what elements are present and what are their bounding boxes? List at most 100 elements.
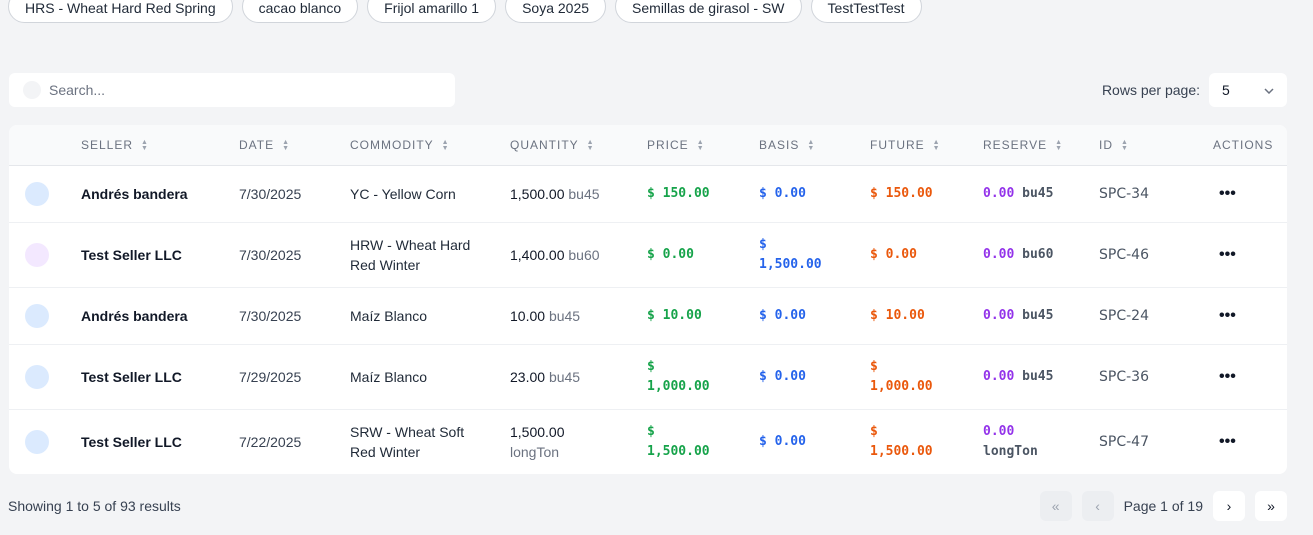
column-header-future[interactable]: FUTURE ▲ ▼ [870, 138, 941, 152]
double-chevron-right-icon: » [1267, 498, 1275, 514]
column-header-basis[interactable]: BASIS ▲ ▼ [759, 138, 815, 152]
avatar-cell [25, 288, 49, 344]
quantity-cell: 23.00 bu45 [510, 369, 581, 385]
filter-chip[interactable]: cacao blanco [241, 0, 359, 23]
reserve-cell: 0.00 bu45 [983, 186, 1054, 201]
filter-chip[interactable]: Semillas de girasol - SW [615, 0, 802, 23]
pagination: « ‹ Page 1 of 19 › » [1039, 491, 1287, 521]
price-cell: $ 0.00 [647, 247, 694, 262]
more-actions-icon[interactable]: ••• [1219, 166, 1236, 222]
column-header-reserve[interactable]: RESERVE ▲ ▼ [983, 138, 1063, 152]
results-summary: Showing 1 to 5 of 93 results [8, 498, 181, 514]
seller-cell: Andrés bandera [81, 308, 188, 324]
search-icon [23, 81, 41, 99]
future-cell: $ 0.00 [870, 247, 917, 262]
search-box [9, 73, 455, 107]
basis-cell: $ 0.00 [759, 186, 806, 201]
chevron-down-icon [1264, 83, 1274, 97]
commodity-cell: YC - Yellow Corn [350, 186, 456, 202]
quantity-cell: 1,400.00 bu60 [510, 247, 600, 263]
commodity-cell: SRW - Wheat Soft Red Winter [350, 424, 465, 460]
future-cell: $1,500.00 [870, 424, 933, 459]
table-header: SELLER ▲ ▼ DATE ▲ ▼ COMMODITY ▲ ▼ QUANTITY ▲ ▼ P… [9, 125, 1287, 166]
column-header-seller[interactable]: SELLER ▲ ▼ [81, 138, 149, 152]
sort-icon: ▲ ▼ [1121, 139, 1129, 152]
chevron-left-icon: ‹ [1095, 498, 1100, 514]
price-cell: $1,000.00 [647, 359, 710, 394]
quantity-cell: 10.00 bu45 [510, 308, 581, 324]
seller-cell: Test Seller LLC [81, 434, 182, 450]
sort-icon: ▲ ▼ [441, 139, 450, 152]
rows-per-page-value: 5 [1222, 82, 1230, 98]
sort-icon: ▲ ▼ [696, 139, 705, 152]
seller-cell: Andrés bandera [81, 186, 188, 202]
filter-chip[interactable]: HRS - Wheat Hard Red Spring [8, 0, 233, 23]
commodity-cell: Maíz Blanco [350, 369, 428, 385]
first-page-button[interactable]: « [1039, 491, 1072, 521]
rows-per-page-label: Rows per page: [1101, 82, 1200, 98]
date-cell: 7/30/2025 [239, 247, 302, 263]
double-chevron-left-icon: « [1051, 498, 1060, 514]
filter-chip[interactable]: Frijol amarillo 1 [367, 0, 497, 23]
column-header-id[interactable]: ID ▲ ▼ [1099, 138, 1129, 152]
rows-per-page-select[interactable]: 5 [1209, 73, 1287, 107]
sort-icon: ▲ ▼ [586, 139, 595, 152]
column-header-price[interactable]: PRICE ▲ ▼ [647, 138, 705, 152]
commodity-cell: HRW - Wheat Hard Red Winter [350, 237, 471, 273]
table-row[interactable]: Andrés bandera 7/30/2025 Maíz Blanco 10.… [9, 288, 1287, 345]
sort-icon: ▲ ▼ [141, 139, 149, 152]
reserve-cell: 0.00 bu45 [983, 369, 1054, 384]
reserve-cell: 0.00 bu60 [983, 247, 1054, 262]
id-cell: SPC-36 [1099, 369, 1149, 385]
filter-chip[interactable]: Soya 2025 [505, 0, 607, 23]
avatar [25, 430, 49, 454]
next-page-button[interactable]: › [1213, 491, 1245, 521]
reserve-cell: 0.00 bu45 [983, 308, 1054, 323]
avatar [25, 304, 49, 328]
avatar-cell [25, 166, 49, 222]
sort-icon: ▲ ▼ [807, 139, 816, 152]
column-header-commodity[interactable]: COMMODITY ▲ ▼ [350, 138, 450, 152]
sort-icon: ▲ ▼ [1055, 139, 1064, 152]
price-cell: $1,500.00 [647, 424, 710, 459]
future-cell: $ 10.00 [870, 308, 925, 323]
future-cell: $ 150.00 [870, 186, 933, 201]
price-cell: $ 150.00 [647, 186, 710, 201]
avatar-cell [25, 345, 49, 409]
future-cell: $1,000.00 [870, 359, 933, 394]
column-header-actions: ACTIONS [1213, 138, 1274, 152]
avatar [25, 243, 49, 267]
date-cell: 7/22/2025 [239, 434, 302, 450]
filter-chip[interactable]: TestTestTest [810, 0, 922, 23]
more-actions-icon[interactable]: ••• [1219, 410, 1236, 474]
trades-table: SELLER ▲ ▼ DATE ▲ ▼ COMMODITY ▲ ▼ QUANTITY ▲ ▼ P… [9, 125, 1287, 474]
avatar-cell [25, 223, 49, 287]
id-cell: SPC-24 [1099, 308, 1149, 324]
column-header-quantity[interactable]: QUANTITY ▲ ▼ [510, 138, 595, 152]
date-cell: 7/30/2025 [239, 186, 302, 202]
more-actions-icon[interactable]: ••• [1219, 223, 1236, 287]
avatar-cell [25, 410, 49, 474]
search-input[interactable] [49, 82, 429, 98]
prev-page-button[interactable]: ‹ [1081, 491, 1114, 521]
last-page-button[interactable]: » [1255, 491, 1287, 521]
quantity-cell: 1,500.00 longTon [510, 424, 565, 460]
sort-icon: ▲ ▼ [932, 139, 941, 152]
quantity-cell: 1,500.00 bu45 [510, 186, 600, 202]
id-cell: SPC-46 [1099, 247, 1149, 263]
table-row[interactable]: Andrés bandera 7/30/2025 YC - Yellow Cor… [9, 166, 1287, 223]
table-row[interactable]: Test Seller LLC 7/30/2025 HRW - Wheat Ha… [9, 223, 1287, 288]
table-row[interactable]: Test Seller LLC 7/29/2025 Maíz Blanco 23… [9, 345, 1287, 410]
column-header-date[interactable]: DATE ▲ ▼ [239, 138, 290, 152]
basis-cell: $ 0.00 [759, 308, 806, 323]
basis-cell: $ 0.00 [759, 369, 806, 384]
table-row[interactable]: Test Seller LLC 7/22/2025 SRW - Wheat So… [9, 410, 1287, 474]
more-actions-icon[interactable]: ••• [1219, 345, 1236, 409]
id-cell: SPC-34 [1099, 186, 1149, 202]
more-actions-icon[interactable]: ••• [1219, 288, 1236, 344]
reserve-cell: 0.00 longTon [983, 424, 1038, 459]
seller-cell: Test Seller LLC [81, 369, 182, 385]
commodity-cell: Maíz Blanco [350, 308, 428, 324]
page-indicator: Page 1 of 19 [1123, 498, 1203, 514]
date-cell: 7/30/2025 [239, 308, 302, 324]
